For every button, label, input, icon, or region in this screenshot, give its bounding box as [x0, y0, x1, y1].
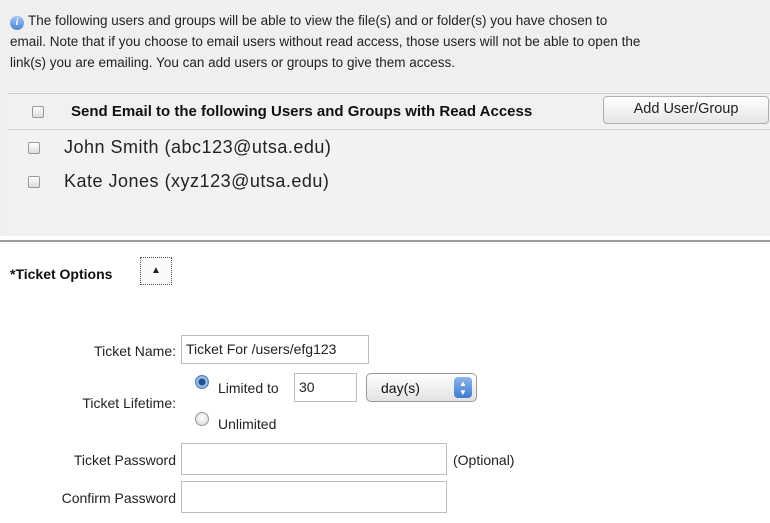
password-optional-hint: (Optional) — [453, 452, 515, 468]
ticket-options-title: *Ticket Options — [10, 266, 113, 282]
info-line-1: The following users and groups will be a… — [28, 13, 608, 28]
section-divider — [0, 240, 770, 242]
info-line-2: email. Note that if you choose to email … — [10, 34, 641, 49]
lifetime-unlimited-label: Unlimited — [218, 416, 277, 432]
recipient-row: John Smith (abc123@utsa.edu) — [8, 137, 770, 161]
recipient-row: Kate Jones (xyz123@utsa.edu) — [8, 171, 770, 195]
lifetime-unit-value: day(s) — [381, 380, 420, 396]
recipient-label: Kate Jones (xyz123@utsa.edu) — [64, 171, 330, 191]
info-message: i The following users and groups will be … — [10, 10, 770, 73]
collapse-toggle-button[interactable]: ▲ — [140, 257, 172, 285]
recipient-checkbox[interactable] — [28, 142, 40, 154]
lifetime-limited-label: Limited to — [218, 380, 279, 396]
recipient-list: Send Email to the following Users and Gr… — [8, 93, 770, 233]
lifetime-unit-select[interactable]: day(s) ▲ ▼ — [366, 373, 477, 402]
add-user-group-button[interactable]: Add User/Group — [603, 96, 769, 124]
recipient-header-label: Send Email to the following Users and Gr… — [71, 103, 533, 120]
recipient-checkbox[interactable] — [28, 176, 40, 188]
ticket-name-input[interactable]: Ticket For /users/efg123 — [181, 335, 369, 364]
select-arrows-icon: ▲ ▼ — [454, 377, 472, 398]
info-line-3: link(s) you are emailing. You can add us… — [10, 55, 455, 70]
recipient-list-header: Send Email to the following Users and Gr… — [8, 94, 770, 130]
ticket-lifetime-label: Ticket Lifetime: — [82, 395, 176, 411]
ticket-name-label: Ticket Name: — [94, 343, 176, 359]
ticket-password-input[interactable] — [181, 443, 447, 475]
confirm-password-label: Confirm Password — [61, 490, 176, 506]
confirm-password-input[interactable] — [181, 481, 447, 513]
recipient-label: John Smith (abc123@utsa.edu) — [64, 137, 332, 157]
info-icon: i — [10, 16, 24, 30]
select-all-checkbox[interactable] — [32, 106, 44, 118]
chevron-up-icon: ▲ — [151, 265, 161, 276]
lifetime-unlimited-radio[interactable] — [195, 412, 209, 426]
ticket-password-label: Ticket Password — [73, 452, 176, 468]
lifetime-limited-radio[interactable] — [195, 375, 209, 389]
recipients-panel: i The following users and groups will be … — [0, 0, 770, 236]
lifetime-value-input[interactable]: 30 — [294, 373, 357, 402]
